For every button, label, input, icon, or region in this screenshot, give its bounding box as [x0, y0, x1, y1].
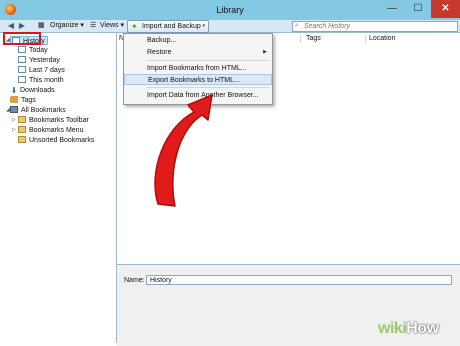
search-icon: ⌕ [295, 22, 299, 29]
title-bar: Library — ☐ ✕ [0, 0, 460, 20]
import-and-backup-button[interactable]: ✦ Import and Backup ▾ [127, 20, 209, 33]
column-divider [300, 35, 301, 43]
views-icon: ☰ [90, 22, 97, 29]
menu-item-import-html[interactable]: Import Bookmarks from HTML... [124, 63, 272, 74]
import-backup-menu: Backup... Restore ▶ Import Bookmarks from… [123, 33, 273, 105]
name-field[interactable] [146, 275, 452, 285]
back-button[interactable]: ◀ [6, 21, 16, 31]
sidebar-item-label: This month [29, 77, 64, 84]
download-icon: ⬇ [10, 86, 18, 95]
column-header-tags[interactable]: Tags [306, 33, 321, 44]
sidebar-item-label: Unsorted Bookmarks [29, 137, 95, 144]
menu-item-label: Import Data from Another Browser... [147, 92, 259, 99]
column-divider [365, 35, 366, 43]
sidebar-item-last-7-days[interactable]: Last 7 days [18, 65, 65, 75]
sidebar-item-today[interactable]: Today [18, 45, 48, 55]
menu-item-label: Restore [147, 49, 172, 56]
menu-separator [147, 87, 269, 88]
sidebar-item-downloads[interactable]: ⬇ Downloads [10, 86, 55, 95]
folder-icon [18, 55, 26, 63]
bookmarks-icon [10, 105, 18, 113]
folder-icon [18, 75, 26, 83]
menu-item-export-html[interactable]: Export Bookmarks to HTML... [124, 74, 272, 85]
sidebar-item-tags[interactable]: Tags [10, 95, 36, 105]
menu-item-label: Import Bookmarks from HTML... [147, 65, 247, 72]
menu-separator [147, 60, 269, 61]
organize-button[interactable]: Organize ▾ [50, 21, 84, 31]
chevron-right-icon: ▶ [263, 49, 267, 55]
name-label: Name: [124, 277, 145, 284]
sidebar-item-all-bookmarks[interactable]: All Bookmarks [10, 105, 66, 115]
history-highlight-box [3, 32, 41, 45]
menu-item-backup[interactable]: Backup... [124, 35, 272, 46]
library-window: Library — ☐ ✕ ◀ ▶ ▦ Organize ▾ ☰ Views ▾… [0, 0, 460, 346]
sidebar-item-label: Tags [21, 97, 36, 104]
sidebar-item-bookmarks-menu[interactable]: Bookmarks Menu [18, 125, 84, 135]
views-button[interactable]: Views ▾ [100, 21, 124, 31]
chevron-down-icon: ▾ [202, 23, 205, 29]
sidebar-item-yesterday[interactable]: Yesterday [18, 55, 60, 65]
forward-button[interactable]: ▶ [17, 21, 27, 31]
watermark-how: How [406, 320, 439, 337]
sidebar-item-label: All Bookmarks [21, 107, 66, 114]
maximize-button[interactable]: ☐ [405, 0, 431, 18]
sidebar-item-label: Last 7 days [29, 67, 65, 74]
menu-expander-icon[interactable]: ▷ [12, 126, 16, 135]
folder-icon [18, 115, 26, 123]
sidebar-item-this-month[interactable]: This month [18, 75, 64, 85]
import-and-backup-label: Import and Backup [142, 23, 201, 30]
sidebar-item-bookmarks-toolbar[interactable]: Bookmarks Toolbar [18, 115, 89, 125]
search-box[interactable]: ⌕ [292, 21, 458, 32]
column-header-location[interactable]: Location [369, 33, 395, 44]
sidebar-item-label: Today [29, 47, 48, 54]
menu-item-import-browser[interactable]: Import Data from Another Browser... [124, 90, 272, 101]
folder-icon [18, 125, 26, 133]
toolbar-expander-icon[interactable]: ▷ [12, 116, 16, 125]
sidebar-item-label: Downloads [20, 87, 55, 94]
watermark-wiki: wiki [378, 320, 407, 337]
folder-icon [18, 135, 26, 143]
import-backup-icon: ✦ [131, 22, 138, 31]
organize-icon: ▦ [38, 22, 45, 29]
menu-item-label: Backup... [147, 37, 177, 44]
folder-icon [18, 65, 26, 73]
close-button[interactable]: ✕ [431, 0, 460, 18]
sidebar-item-label: Bookmarks Toolbar [29, 117, 89, 124]
sidebar-item-unsorted-bookmarks[interactable]: Unsorted Bookmarks [18, 135, 95, 145]
search-input[interactable] [304, 22, 454, 31]
minimize-button[interactable]: — [379, 0, 405, 18]
tag-icon [10, 95, 18, 103]
toolbar: ◀ ▶ ▦ Organize ▾ ☰ Views ▾ ✦ Import and … [0, 20, 460, 33]
menu-item-label: Export Bookmarks to HTML... [148, 77, 240, 84]
sidebar-item-label: Bookmarks Menu [29, 127, 84, 134]
folder-icon [18, 45, 26, 53]
wikihow-watermark: wikiHow [378, 320, 439, 338]
sidebar-item-label: Yesterday [29, 57, 60, 64]
menu-item-restore[interactable]: Restore ▶ [124, 47, 272, 58]
